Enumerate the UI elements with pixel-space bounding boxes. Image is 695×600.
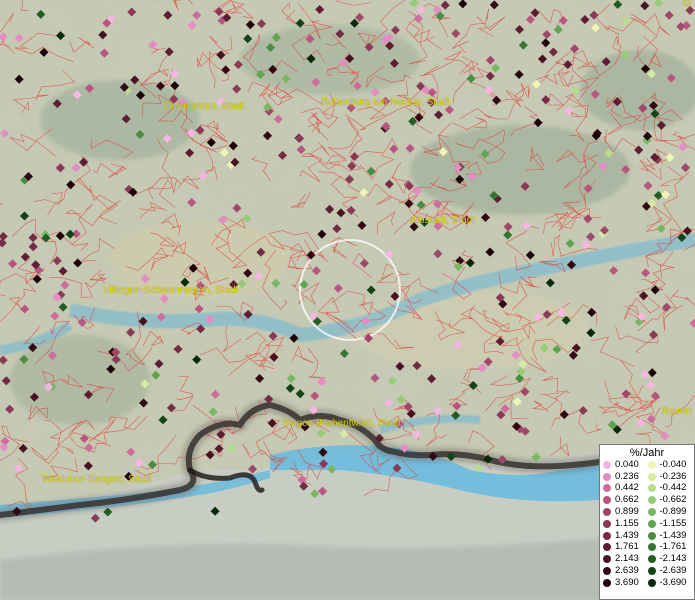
legend-entry-positive: 0.899 <box>603 507 648 517</box>
legend-value: 0.899 <box>615 506 639 518</box>
city-label-ravensburg-partial: Raven <box>662 406 691 417</box>
legend-swatch <box>603 543 611 552</box>
legend-swatch <box>647 578 656 587</box>
legend-swatch <box>603 555 611 564</box>
legend-value: -2.143 <box>659 553 687 565</box>
legend-rows: 0.040 -0.040 0.236 -0.236 0.442 -0.442 0.662 -0… <box>603 459 692 589</box>
legend-entry-negative: -0.662 <box>647 494 693 506</box>
legend-row: 1.155 -1.155 <box>603 518 692 530</box>
legend-entry-positive: 1.761 <box>603 542 648 552</box>
legend-value: -0.040 <box>659 458 687 470</box>
legend-entry-negative: -0.040 <box>647 458 693 470</box>
legend-row: 1.439 -1.439 <box>603 530 692 542</box>
legend-value: 0.040 <box>615 458 639 470</box>
legend-swatch <box>603 460 611 469</box>
legend-value: 1.155 <box>615 517 639 529</box>
legend-title: %/Jahr <box>629 447 665 459</box>
legend-entry-positive: 1.439 <box>603 529 648 541</box>
legend-value: -1.439 <box>659 529 687 541</box>
city-label-dornstetten: Dornstetten, Stadt <box>164 101 245 112</box>
map-canvas[interactable] <box>0 0 695 600</box>
city-label-waldshut-tiengen: Waldshut-Tiengen, Stadt <box>42 474 152 485</box>
city-label-top-right-partial: G <box>683 0 691 9</box>
legend-swatch <box>647 472 656 481</box>
city-label-villingen-schwenningen: Villingen-Schwenningen, Stadt <box>103 285 239 296</box>
city-label-albstadt: Albstadt, Stadt <box>410 215 476 226</box>
legend-entry-negative: -1.155 <box>647 517 693 529</box>
legend-value: 1.439 <box>615 529 639 541</box>
legend-row: 2.143 -2.143 <box>603 553 692 565</box>
legend-entry-negative: -2.639 <box>647 565 693 577</box>
legend-entry-positive: 0.236 <box>603 470 648 482</box>
legend-value: -1.761 <box>659 541 687 553</box>
legend-entry-negative: -0.236 <box>647 470 693 482</box>
legend-value: 0.662 <box>615 494 639 506</box>
legend-value: 0.442 <box>615 482 639 494</box>
legend-swatch <box>647 555 656 564</box>
legend-entry-negative: -0.442 <box>647 482 693 494</box>
legend-row: 0.662 -0.662 <box>603 494 692 506</box>
legend-value: -0.662 <box>659 494 687 506</box>
legend-panel: %/Jahr 0.040 -0.040 0.236 -0.236 0.442 -0.442… <box>599 444 695 600</box>
legend-value: 2.639 <box>615 565 639 577</box>
legend-value: 3.690 <box>615 576 639 588</box>
legend-value: -3.690 <box>659 576 687 588</box>
legend-swatch <box>603 531 611 540</box>
legend-swatch <box>603 484 611 493</box>
legend-entry-positive: 2.639 <box>603 566 648 576</box>
legend-entry-negative: -0.899 <box>647 506 693 518</box>
legend-swatch <box>647 531 656 540</box>
legend-row: 0.040 -0.040 <box>603 459 692 471</box>
legend-entry-negative: -1.439 <box>647 529 693 541</box>
map-view[interactable]: Dornstetten, Stadt Rottenburg am Neckar,… <box>0 0 695 600</box>
legend-row: 1.761 -1.761 <box>603 542 692 554</box>
legend-entry-negative: -3.690 <box>647 576 693 588</box>
legend-entry-positive: 0.040 <box>603 458 648 470</box>
legend-swatch <box>647 496 656 505</box>
legend-swatch <box>647 508 656 517</box>
legend-entry-negative: -1.761 <box>647 541 693 553</box>
legend-entry-positive: 0.442 <box>603 483 648 493</box>
legend-swatch <box>603 567 611 576</box>
legend-entry-positive: 1.155 <box>603 517 648 529</box>
city-label-rottenburg: Rottenburg am Neckar, Stadt <box>321 97 450 108</box>
legend-value: -0.236 <box>659 470 687 482</box>
legend-entry-positive: 0.662 <box>603 495 648 505</box>
legend-entry-negative: -2.143 <box>647 553 693 565</box>
legend-value: -2.639 <box>659 565 687 577</box>
legend-value: -0.899 <box>659 506 687 518</box>
legend-swatch <box>647 460 656 469</box>
legend-row: 3.690 -3.690 <box>603 577 692 589</box>
legend-value: -1.155 <box>659 517 687 529</box>
legend-row: 0.442 -0.442 <box>603 483 692 495</box>
legend-row: 0.236 -0.236 <box>603 471 692 483</box>
legend-value: 0.236 <box>615 470 639 482</box>
legend-swatch <box>603 578 611 587</box>
legend-entry-positive: 2.143 <box>603 554 648 564</box>
legend-row: 2.639 -2.639 <box>603 565 692 577</box>
legend-value: 1.761 <box>615 541 639 553</box>
legend-swatch <box>603 519 611 528</box>
legend-row: 0.899 -0.899 <box>603 506 692 518</box>
legend-entry-positive: 3.690 <box>603 576 648 588</box>
legend-swatch <box>647 519 656 528</box>
legend-value: -0.442 <box>659 482 687 494</box>
legend-swatch <box>603 472 611 481</box>
legend-swatch <box>603 508 611 517</box>
legend-swatch <box>603 496 611 505</box>
legend-swatch <box>647 484 656 493</box>
city-label-singen: Singen (Hohentwiel), Stadt <box>282 418 401 429</box>
legend-swatch <box>647 567 656 576</box>
legend-swatch <box>647 543 656 552</box>
legend-value: 2.143 <box>615 553 639 565</box>
